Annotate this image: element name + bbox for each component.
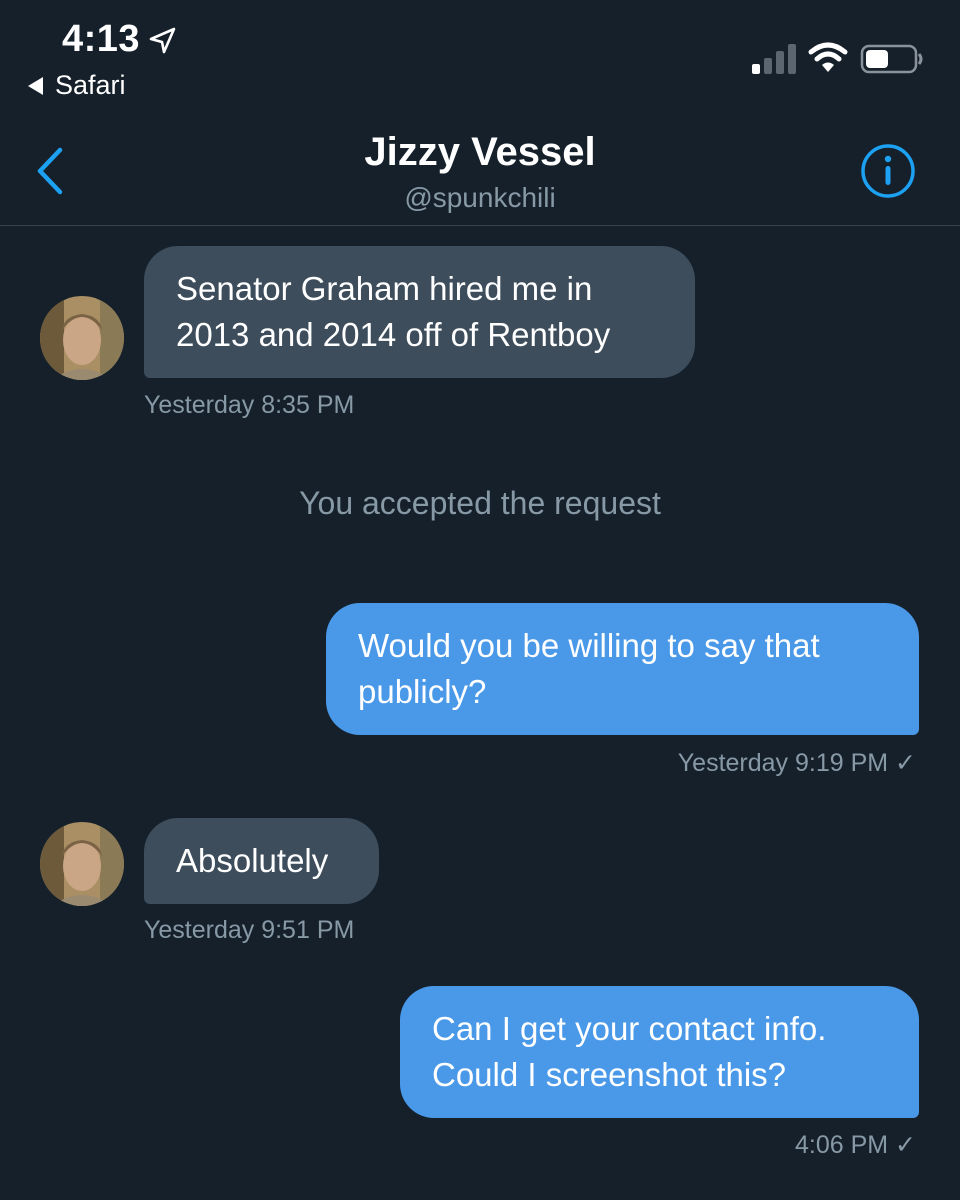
message-text-line: 2013 and 2014 off of Rentboy xyxy=(176,316,611,353)
wifi-icon xyxy=(808,42,848,72)
avatar-photo xyxy=(40,296,124,380)
back-app-label: Safari xyxy=(55,70,126,100)
contact-display-name[interactable]: Jizzy Vessel xyxy=(0,130,960,175)
message-text-line: Can I get your contact info. xyxy=(432,1010,827,1047)
message-timestamp: 4:06 PM ✓ xyxy=(795,1131,916,1159)
status-bar: 4:13 Safari xyxy=(0,0,960,110)
message-bubble-incoming[interactable]: Absolutely xyxy=(144,818,379,904)
message-text-line: Would you be willing to say that xyxy=(358,627,820,664)
avatar[interactable] xyxy=(40,296,124,380)
cellular-signal-icon xyxy=(752,44,796,74)
back-triangle-icon xyxy=(28,76,43,95)
info-icon[interactable] xyxy=(860,143,916,199)
contact-handle[interactable]: @spunkchili xyxy=(0,182,960,214)
message-text-line: Could I screenshot this? xyxy=(432,1056,787,1093)
message-bubble-incoming[interactable]: Senator Graham hired me in 2013 and 2014… xyxy=(144,246,695,378)
message-timestamp: Yesterday 9:19 PM ✓ xyxy=(677,749,916,777)
battery-icon xyxy=(860,44,923,74)
avatar[interactable] xyxy=(40,822,124,906)
message-bubble-outgoing[interactable]: Can I get your contact info. Could I scr… xyxy=(400,986,919,1118)
back-to-safari-link[interactable]: Safari xyxy=(28,70,126,101)
message-bubble-outgoing[interactable]: Would you be willing to say that publicl… xyxy=(326,603,919,735)
avatar-photo xyxy=(40,822,124,906)
conversation-header: Jizzy Vessel @spunkchili xyxy=(0,110,960,226)
message-text-line: Senator Graham hired me in xyxy=(176,270,593,307)
message-text-line: Absolutely xyxy=(176,842,329,879)
status-time: 4:13 xyxy=(62,18,141,60)
system-note: You accepted the request xyxy=(299,485,661,521)
location-arrow-icon xyxy=(149,27,176,54)
message-text-line: publicly? xyxy=(358,673,487,710)
message-timestamp: Yesterday 8:35 PM xyxy=(144,391,355,419)
message-timestamp: Yesterday 9:51 PM xyxy=(144,916,355,944)
